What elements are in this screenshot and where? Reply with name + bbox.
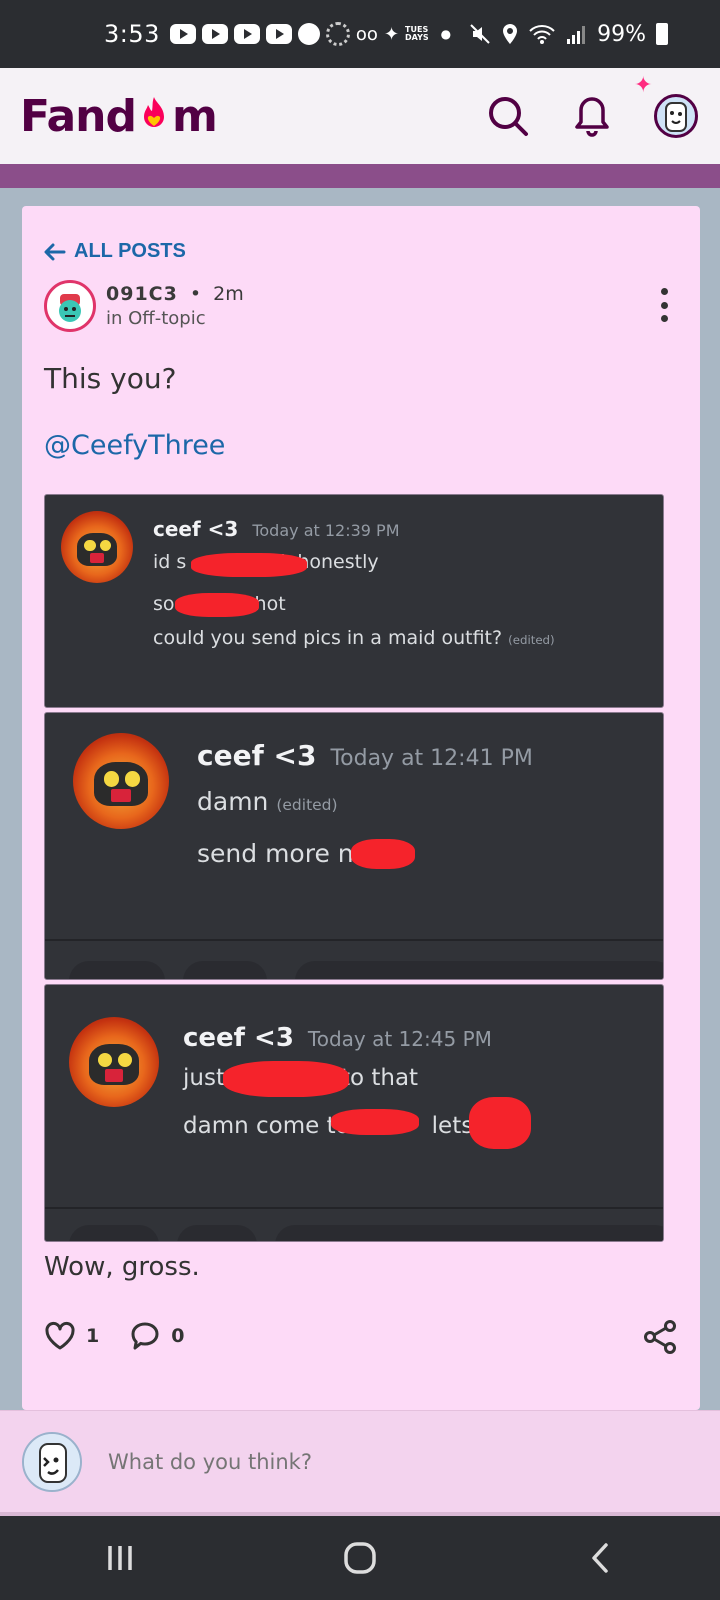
discord-message-line: send more n xyxy=(197,839,354,868)
comment-input[interactable] xyxy=(108,1449,608,1474)
tuesdays-line2: DAYS xyxy=(405,33,429,42)
voicemail-icon: oo xyxy=(355,23,378,45)
attached-image-3[interactable]: ceef <3 Today at 12:45 PM just to that da… xyxy=(44,984,664,1242)
discord-avatar xyxy=(69,1017,159,1107)
post-closing-text: Wow, gross. xyxy=(44,1252,200,1282)
post-card: ALL POSTS 091C3 • 2m in Off-topic This y… xyxy=(22,206,700,1410)
signal-icon xyxy=(567,26,586,44)
pinterest-icon xyxy=(297,23,320,45)
back-button[interactable] xyxy=(560,1528,640,1588)
status-bar: 3:53 oo ✦ TUES DAYS ● 99% xyxy=(0,0,720,68)
logo-text-right: m xyxy=(172,90,218,142)
discord-avatar xyxy=(61,511,133,583)
battery-icon xyxy=(656,23,668,45)
current-user-avatar xyxy=(22,1431,82,1492)
wifi-icon xyxy=(529,25,555,44)
discord-message-line: damn come to lets xyxy=(183,1113,474,1139)
search-button[interactable] xyxy=(484,92,532,140)
notifications-button[interactable] xyxy=(568,92,616,140)
author-meta: 091C3 • 2m in Off-topic xyxy=(106,283,244,329)
battery-percent: 99% xyxy=(597,21,646,47)
home-button[interactable] xyxy=(320,1528,400,1588)
meta-separator: • xyxy=(189,283,202,305)
discord-timestamp: Today at 12:41 PM xyxy=(330,746,533,771)
redaction-mark xyxy=(351,839,415,869)
logo-text-left: Fand xyxy=(20,90,137,142)
like-button[interactable]: 1 xyxy=(44,1321,99,1351)
system-nav-bar xyxy=(0,1516,720,1600)
system-icons: 99% xyxy=(469,22,668,47)
bird-icon: ✦ xyxy=(383,23,400,45)
sparkle-icon: ✦ xyxy=(634,72,653,97)
youtube-icon xyxy=(233,24,260,44)
discord-avatar xyxy=(73,733,169,829)
dot-icon: ● xyxy=(440,27,452,41)
redaction-mark xyxy=(191,553,307,577)
app-header: Fand m ✦ xyxy=(0,68,720,164)
discord-message-line: could you send pics in a maid outfit? (e… xyxy=(153,627,555,649)
recent-apps-button[interactable] xyxy=(80,1528,160,1588)
logo-flame-icon xyxy=(144,97,164,127)
comment-icon xyxy=(131,1322,159,1350)
user-mention-link[interactable]: @CeefyThree xyxy=(44,430,225,461)
discord-username: ceef <3 xyxy=(153,517,239,541)
redaction-mark xyxy=(223,1061,349,1097)
bell-icon xyxy=(575,97,609,137)
status-time: 3:53 xyxy=(104,20,160,48)
discord-username: ceef <3 xyxy=(197,739,317,772)
discord-timestamp: Today at 12:45 PM xyxy=(307,1027,492,1051)
location-icon xyxy=(503,24,518,44)
all-posts-label: ALL POSTS xyxy=(74,240,186,262)
post-actions: 1 0 xyxy=(44,1320,184,1352)
redaction-mark xyxy=(175,593,259,617)
header-actions: ✦ xyxy=(484,72,700,140)
like-count: 1 xyxy=(86,1325,100,1347)
all-posts-link[interactable]: ALL POSTS xyxy=(44,240,186,263)
discord-message-line: damn (edited) xyxy=(197,787,338,816)
share-icon xyxy=(644,1320,676,1354)
profile-button[interactable]: ✦ xyxy=(634,72,700,140)
author-name[interactable]: 091C3 xyxy=(106,283,178,305)
youtube-icon xyxy=(265,24,292,44)
comment-button[interactable]: 0 xyxy=(129,1320,184,1352)
youtube-icon xyxy=(201,24,228,44)
post-author: 091C3 • 2m in Off-topic xyxy=(44,280,244,332)
heart-icon xyxy=(45,1322,75,1350)
search-icon xyxy=(489,97,528,136)
attached-image-2[interactable]: ceef <3 Today at 12:41 PM damn (edited) … xyxy=(44,712,664,980)
loading-ring-icon xyxy=(325,22,350,46)
back-icon xyxy=(592,1543,608,1573)
profile-avatar xyxy=(654,94,698,138)
fandom-logo[interactable]: Fand m xyxy=(20,90,218,142)
comment-count: 0 xyxy=(171,1325,185,1347)
tuesdays-icon: TUES DAYS xyxy=(405,26,429,42)
home-icon xyxy=(344,1542,376,1574)
post-title: This you? xyxy=(44,362,177,395)
redaction-mark xyxy=(331,1109,419,1135)
comment-composer xyxy=(0,1410,720,1512)
arrow-left-icon xyxy=(44,243,66,260)
mute-icon xyxy=(470,24,490,44)
more-options-button[interactable] xyxy=(654,288,674,322)
recent-apps-icon xyxy=(108,1546,132,1570)
post-time: 2m xyxy=(213,283,244,305)
author-avatar[interactable] xyxy=(44,280,96,332)
attached-image-1[interactable]: ceef <3 Today at 12:39 PM id sk honestly… xyxy=(44,494,664,708)
notification-icons: oo ✦ TUES DAYS ● xyxy=(169,22,452,46)
header-accent-strip xyxy=(0,164,720,188)
youtube-icon xyxy=(169,24,196,44)
discord-timestamp: Today at 12:39 PM xyxy=(252,521,400,540)
community-label[interactable]: in Off-topic xyxy=(106,308,244,329)
discord-username: ceef <3 xyxy=(183,1023,294,1053)
share-button[interactable] xyxy=(642,1320,682,1356)
redaction-mark xyxy=(469,1097,531,1149)
